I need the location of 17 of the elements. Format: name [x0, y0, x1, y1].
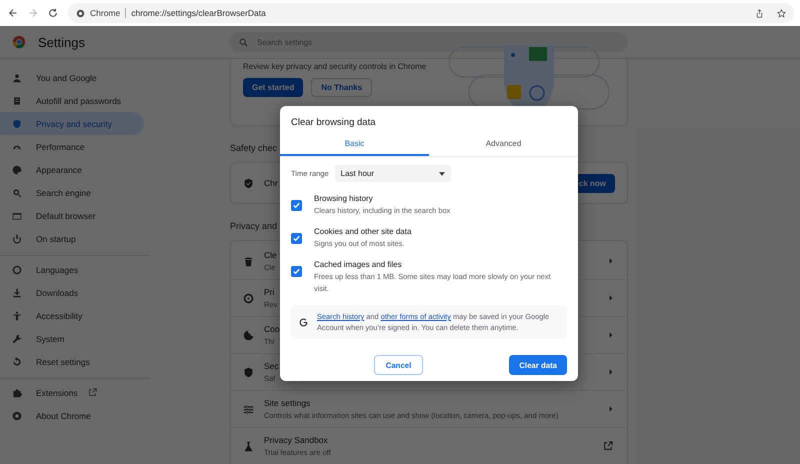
row-title: Chr [264, 178, 278, 188]
page-title: Settings [38, 34, 85, 50]
row-title: Site settings [264, 398, 310, 408]
row-title: Cle [264, 250, 277, 260]
section-heading: Safety chec [230, 143, 278, 153]
promo-text: Review key privacy and security controls in Chrome [243, 62, 428, 71]
option-title: Browsing history [314, 194, 374, 203]
site-label: Chrome [90, 8, 126, 18]
row-title: Sec [264, 361, 279, 371]
url-text: chrome://settings/clearBrowserData [131, 8, 267, 18]
dialog-title: Clear browsing data [290, 116, 376, 130]
row-title: Privacy Sandbox [264, 435, 328, 445]
section-heading: Privacy and [230, 221, 278, 231]
row-title: Pri [264, 287, 274, 297]
option-title: Cookies and other site data [314, 227, 412, 236]
option-title: Cached images and files [314, 260, 403, 269]
row-title: Coo [264, 324, 280, 334]
